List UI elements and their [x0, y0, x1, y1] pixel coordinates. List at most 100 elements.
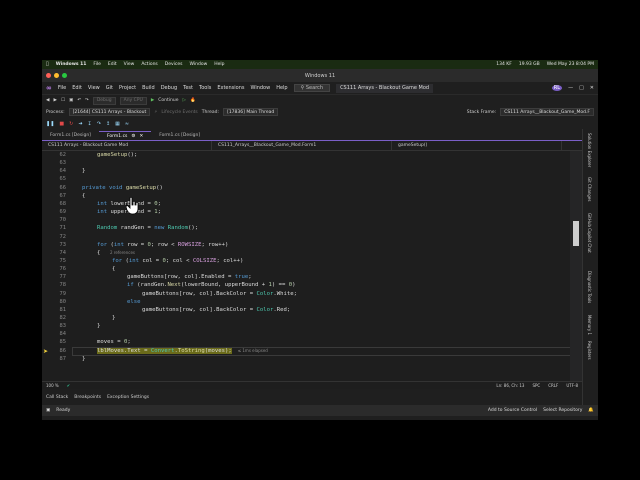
code-line[interactable]: for (int col = 0; col < COLSIZE; col++) [112, 258, 243, 264]
line-number[interactable]: 70 [50, 217, 67, 223]
line-number[interactable]: 73 [50, 242, 67, 248]
close-window-button[interactable] [46, 73, 51, 78]
minimize-icon[interactable]: — [568, 85, 573, 91]
line-number[interactable]: 79 [50, 291, 67, 297]
save-icon[interactable]: ▣ [69, 98, 73, 103]
side-tab[interactable]: Memory 1 [587, 315, 592, 335]
configuration-dropdown[interactable]: Debug [92, 96, 116, 105]
notifications-icon[interactable]: 🔔 [588, 408, 594, 413]
close-icon[interactable]: ✕ [590, 85, 594, 91]
tab-exception-settings[interactable]: Exception Settings [107, 395, 149, 400]
line-number[interactable]: 66 [50, 185, 67, 191]
step-out-icon[interactable]: ↥ [106, 121, 110, 127]
encoding[interactable]: UTF-8 [566, 383, 578, 388]
code-line[interactable]: } [112, 315, 115, 321]
line-number[interactable]: 68 [50, 201, 67, 207]
redo-icon[interactable]: ↷ [85, 98, 89, 103]
stop-icon[interactable]: ■ [59, 121, 64, 127]
code-line[interactable]: private void gameSetup() [82, 185, 163, 191]
step-into-icon[interactable]: ↧ [88, 121, 92, 127]
menu-tools[interactable]: Tools [199, 85, 211, 91]
line-number[interactable]: 62 [50, 152, 67, 158]
mac-menu-file[interactable]: File [93, 62, 101, 67]
code-line[interactable]: gameSetup(); [97, 152, 137, 158]
side-tab[interactable]: Solution Explorer [587, 133, 592, 167]
mac-menu-edit[interactable]: Edit [108, 62, 117, 67]
lifecycle-events-dropdown[interactable]: Lifecycle Events [161, 110, 197, 115]
code-line[interactable]: else [127, 299, 140, 305]
hot-reload-icon[interactable]: 🔥 [190, 98, 196, 103]
tab-form1-design-2[interactable]: Form1.cs [Design] [151, 131, 208, 140]
line-number[interactable]: 75 [50, 258, 67, 264]
line-number[interactable]: 78 [50, 282, 67, 288]
platform-dropdown[interactable]: Any CPU [119, 96, 147, 105]
line-number[interactable]: 63 [50, 160, 67, 166]
thread-dropdown[interactable]: [17836] Main Thread [223, 108, 279, 116]
line-number[interactable]: 64 [50, 168, 67, 174]
line-number[interactable]: 71 [50, 225, 67, 231]
code-line[interactable]: } [82, 168, 85, 174]
side-tab[interactable]: Registers [587, 341, 592, 360]
code-editor[interactable]: 62 63 64 65 66 67 68 69 70 71 72 73 74 75 76 77 78 79 80 81… [42, 151, 582, 381]
hex-display-icon[interactable]: ▦ [115, 121, 120, 127]
class-dropdown[interactable]: CS111_Arrays__Blackout_Game_Mod.Form1 [212, 140, 392, 151]
step-over-icon[interactable]: ↷ [97, 121, 101, 127]
line-number[interactable]: 84 [50, 331, 67, 337]
line-number[interactable]: 83 [50, 323, 67, 329]
process-dropdown[interactable]: [21644] CS111 Arrays - Blackout [68, 108, 151, 116]
mac-menu-devices[interactable]: Devices [165, 62, 183, 67]
stack-frame-dropdown[interactable]: CS111 Arrays__Blackout_Game_Mod.F [500, 108, 594, 116]
menu-test[interactable]: Test [183, 85, 193, 91]
line-number[interactable]: 67 [50, 193, 67, 199]
user-avatar[interactable]: RL [551, 85, 563, 91]
pin-icon[interactable]: ⚙ [131, 134, 135, 139]
zoom-window-button[interactable] [62, 73, 67, 78]
continue-button[interactable]: Continue [158, 98, 178, 103]
menu-project[interactable]: Project [119, 85, 136, 91]
line-number-gutter[interactable]: 62 63 64 65 66 67 68 69 70 71 72 73 74 75 76 77 78 79 80 81… [42, 151, 72, 381]
code-line[interactable]: { [82, 193, 85, 199]
menu-extensions[interactable]: Extensions [217, 85, 244, 91]
maximize-icon[interactable]: □ [579, 85, 584, 91]
line-endings[interactable]: CRLF [548, 383, 558, 388]
scrollbar-thumb[interactable] [573, 221, 579, 246]
code-line[interactable]: gameButtons[row, col].BackColor = Color.… [142, 291, 297, 297]
undo-icon[interactable]: ↶ [77, 98, 81, 103]
menu-build[interactable]: Build [142, 85, 155, 91]
menu-edit[interactable]: Edit [72, 85, 82, 91]
tab-breakpoints[interactable]: Breakpoints [74, 395, 101, 400]
run-without-debug-icon[interactable]: ▷ [183, 98, 186, 103]
line-number[interactable]: 81 [50, 307, 67, 313]
code-line[interactable]: gameButtons[row, col].BackColor = Color.… [142, 307, 290, 313]
line-number[interactable]: 74 [50, 250, 67, 256]
side-tab[interactable]: GitHub Copilot Chat [587, 213, 592, 253]
menu-git[interactable]: Git [106, 85, 113, 91]
back-icon[interactable]: ◀ [46, 98, 49, 103]
line-number[interactable]: 80 [50, 299, 67, 305]
threads-icon[interactable]: ≈ [125, 121, 129, 127]
new-file-icon[interactable]: ☐ [61, 98, 65, 103]
line-number[interactable]: 82 [50, 315, 67, 321]
menu-help[interactable]: Help [276, 85, 287, 91]
code-line[interactable]: for (int row = 0; row < ROWSIZE; row++) [97, 242, 228, 248]
line-number[interactable]: 65 [50, 176, 67, 182]
lifecycle-icon[interactable]: ⚡ [154, 110, 157, 115]
apple-icon[interactable]:  [46, 62, 49, 67]
menu-file[interactable]: File [58, 85, 66, 91]
line-number[interactable]: 69 [50, 209, 67, 215]
close-tab-icon[interactable]: ✕ [139, 134, 143, 139]
member-dropdown[interactable]: gameSetup() [392, 140, 562, 151]
project-dropdown[interactable]: CS111 Arrays - Blackout Game Mod [42, 140, 212, 151]
indentation[interactable]: SPC [532, 383, 540, 388]
references-codelens[interactable]: 2 references [110, 250, 135, 255]
code-line[interactable]: } [97, 323, 100, 329]
minimize-window-button[interactable] [54, 73, 59, 78]
code-line[interactable]: gameButtons[row, col].Enabled = true; [127, 274, 252, 280]
health-icon[interactable]: ✔ [67, 383, 70, 388]
line-number[interactable]: 86 [50, 348, 67, 354]
forward-icon[interactable]: ▶ [53, 98, 56, 103]
line-number[interactable]: 87 [50, 356, 67, 362]
tab-call-stack[interactable]: Call Stack [46, 395, 68, 400]
side-tab[interactable]: Git Changes [587, 177, 592, 201]
zoom-level[interactable]: 100 % [46, 383, 59, 388]
